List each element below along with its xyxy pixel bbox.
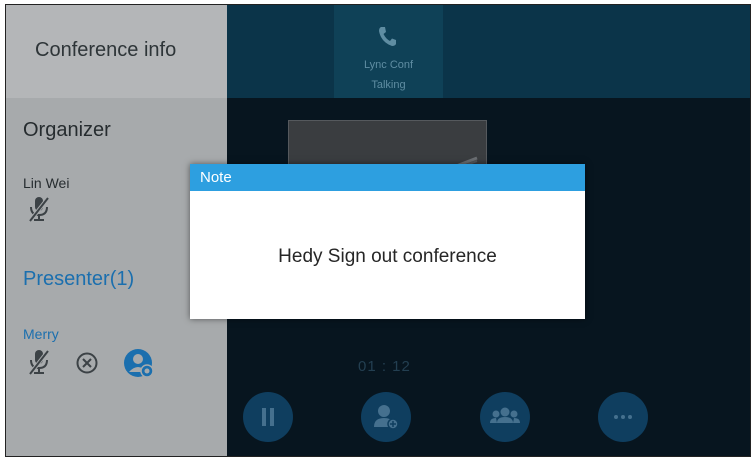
note-dialog-header: Note bbox=[190, 164, 585, 191]
organizer-heading: Organizer bbox=[23, 119, 111, 141]
add-participant-button[interactable] bbox=[361, 392, 411, 442]
note-dialog[interactable]: Note Hedy Sign out conference bbox=[190, 164, 585, 319]
participants-button[interactable] bbox=[480, 392, 530, 442]
remove-circle-icon[interactable] bbox=[76, 352, 98, 374]
presenter-heading: Presenter(1) bbox=[23, 268, 135, 290]
call-timer: 01 : 12 bbox=[358, 358, 411, 375]
panel-header: Conference info bbox=[6, 5, 227, 98]
phone-icon bbox=[379, 27, 396, 46]
presenter-name: Merry bbox=[23, 326, 59, 342]
call-tab-bar: Lync Conf Talking bbox=[227, 5, 750, 98]
call-tab-status: Talking bbox=[371, 79, 406, 91]
call-tab-name: Lync Conf bbox=[363, 59, 414, 71]
call-tab[interactable]: Lync Conf Talking bbox=[334, 5, 443, 98]
participants-icon bbox=[490, 407, 520, 423]
microphone-muted-icon[interactable] bbox=[27, 348, 51, 376]
more-button[interactable] bbox=[598, 392, 648, 442]
note-dialog-title: Note bbox=[200, 169, 232, 186]
phone-screen: Conference info Organizer Lin Wei Presen… bbox=[5, 4, 751, 457]
presenter-role-icon[interactable] bbox=[123, 348, 155, 378]
hold-button[interactable] bbox=[243, 392, 293, 442]
organizer-name: Lin Wei bbox=[23, 175, 70, 191]
microphone-muted-icon bbox=[28, 196, 50, 223]
add-participant-icon bbox=[374, 405, 399, 430]
note-dialog-message: Hedy Sign out conference bbox=[278, 246, 497, 267]
panel-title: Conference info bbox=[35, 39, 177, 61]
more-icon bbox=[614, 415, 632, 419]
pause-icon bbox=[262, 408, 274, 426]
